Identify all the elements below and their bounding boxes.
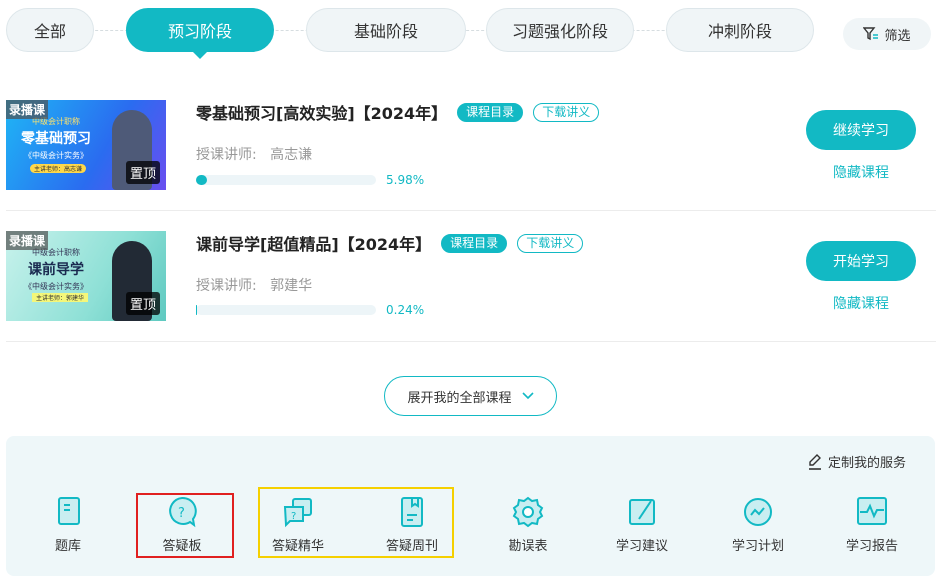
service-label: 学习建议: [616, 539, 668, 554]
report-chart-icon: [855, 495, 889, 529]
tab-sprint[interactable]: 冲刺阶段: [666, 8, 814, 52]
service-label: 题库: [55, 539, 81, 554]
recorded-badge: 录播课: [6, 100, 48, 119]
service-study-plan[interactable]: 学习计划: [718, 495, 798, 554]
service-label: 学习报告: [846, 539, 898, 554]
service-question-bank[interactable]: 题库: [28, 495, 108, 554]
start-study-button[interactable]: 开始学习: [806, 241, 916, 281]
service-study-report[interactable]: 学习报告: [832, 495, 912, 554]
tab-all[interactable]: 全部: [6, 8, 94, 52]
note-pen-icon: [625, 495, 659, 529]
thumb-title: 课前导学: [6, 259, 106, 279]
pin-top-button[interactable]: 置顶: [126, 161, 160, 184]
thumb-book: 《中级会计实务》: [6, 150, 106, 161]
gear-icon: [511, 495, 545, 529]
chat-question-icon: ?: [281, 495, 315, 529]
download-notes-button[interactable]: 下载讲义: [517, 234, 583, 253]
progress-bar: [196, 175, 376, 185]
filter-button[interactable]: 筛选: [843, 18, 931, 50]
service-label: 答疑精华: [272, 539, 324, 554]
divider: [6, 210, 936, 211]
customize-label: 定制我的服务: [828, 452, 906, 471]
teacher-label: 授课讲师:: [196, 278, 257, 294]
service-label: 勘误表: [508, 539, 547, 554]
divider: [6, 341, 936, 342]
course-title-text[interactable]: 零基础预习[高效实验]【2024年】: [196, 100, 447, 124]
catalog-button[interactable]: 课程目录: [457, 103, 523, 122]
thumb-title: 零基础预习: [6, 128, 106, 148]
svg-text:?: ?: [291, 511, 296, 522]
thumb-teacher: 主讲老师：高志谦: [30, 164, 86, 173]
course-title: 课前导学[超值精品]【2024年】 课程目录 下载讲义: [196, 231, 583, 255]
progress-bar: [196, 305, 376, 315]
service-qa-weekly[interactable]: 答疑周刊: [372, 495, 452, 554]
filter-label: 筛选: [884, 25, 910, 44]
progress-fill: [196, 175, 207, 185]
thumb-teacher: 主讲老师：郭建华: [32, 293, 88, 302]
filter-icon: [863, 27, 879, 41]
plan-circle-icon: [741, 495, 775, 529]
service-study-advice[interactable]: 学习建议: [602, 495, 682, 554]
recorded-badge: 录播课: [6, 231, 48, 250]
service-qa-board[interactable]: ? 答疑板: [142, 495, 222, 554]
teacher-name: 高志谦: [270, 147, 312, 163]
service-label: 学习计划: [732, 539, 784, 554]
thumb-book: 《中级会计实务》: [6, 281, 106, 292]
tab-exercise[interactable]: 习题强化阶段: [486, 8, 634, 52]
svg-text:?: ?: [178, 506, 185, 521]
hide-course-link[interactable]: 隐藏课程: [806, 162, 916, 182]
teacher-name: 郭建华: [270, 278, 312, 294]
expand-all-courses-button[interactable]: 展开我的全部课程: [384, 376, 557, 416]
question-bank-icon: [51, 495, 85, 529]
progress-text: 0.24%: [386, 303, 424, 317]
customize-services-link[interactable]: 定制我的服务: [808, 452, 906, 471]
service-errata[interactable]: 勘误表: [488, 495, 568, 554]
book-icon: [395, 495, 429, 529]
download-notes-button[interactable]: 下载讲义: [533, 103, 599, 122]
catalog-button[interactable]: 课程目录: [441, 234, 507, 253]
course-title-text[interactable]: 课前导学[超值精品]【2024年】: [196, 231, 431, 255]
teacher-info: 授课讲师: 郭建华: [196, 275, 312, 295]
service-label: 答疑周刊: [386, 539, 438, 554]
course-thumbnail[interactable]: 中级会计职称 课前导学 《中级会计实务》 主讲老师：郭建华 录播课 置顶: [6, 231, 166, 321]
pin-top-button[interactable]: 置顶: [126, 292, 160, 315]
edit-icon: [808, 454, 822, 470]
chevron-down-icon: [522, 392, 534, 400]
tab-basic[interactable]: 基础阶段: [306, 8, 466, 52]
teacher-info: 授课讲师: 高志谦: [196, 144, 312, 164]
tab-preview[interactable]: 预习阶段: [126, 8, 274, 52]
service-qa-essence[interactable]: ? 答疑精华: [258, 495, 338, 554]
expand-label: 展开我的全部课程: [407, 387, 511, 406]
continue-study-button[interactable]: 继续学习: [806, 110, 916, 150]
service-label: 答疑板: [162, 539, 201, 554]
course-title: 零基础预习[高效实验]【2024年】 课程目录 下载讲义: [196, 100, 599, 124]
progress-text: 5.98%: [386, 173, 424, 187]
course-thumbnail[interactable]: 中级会计职称 零基础预习 《中级会计实务》 主讲老师：高志谦 录播课 置顶: [6, 100, 166, 190]
teacher-label: 授课讲师:: [196, 147, 257, 163]
question-bubble-icon: ?: [165, 495, 199, 529]
hide-course-link[interactable]: 隐藏课程: [806, 293, 916, 313]
